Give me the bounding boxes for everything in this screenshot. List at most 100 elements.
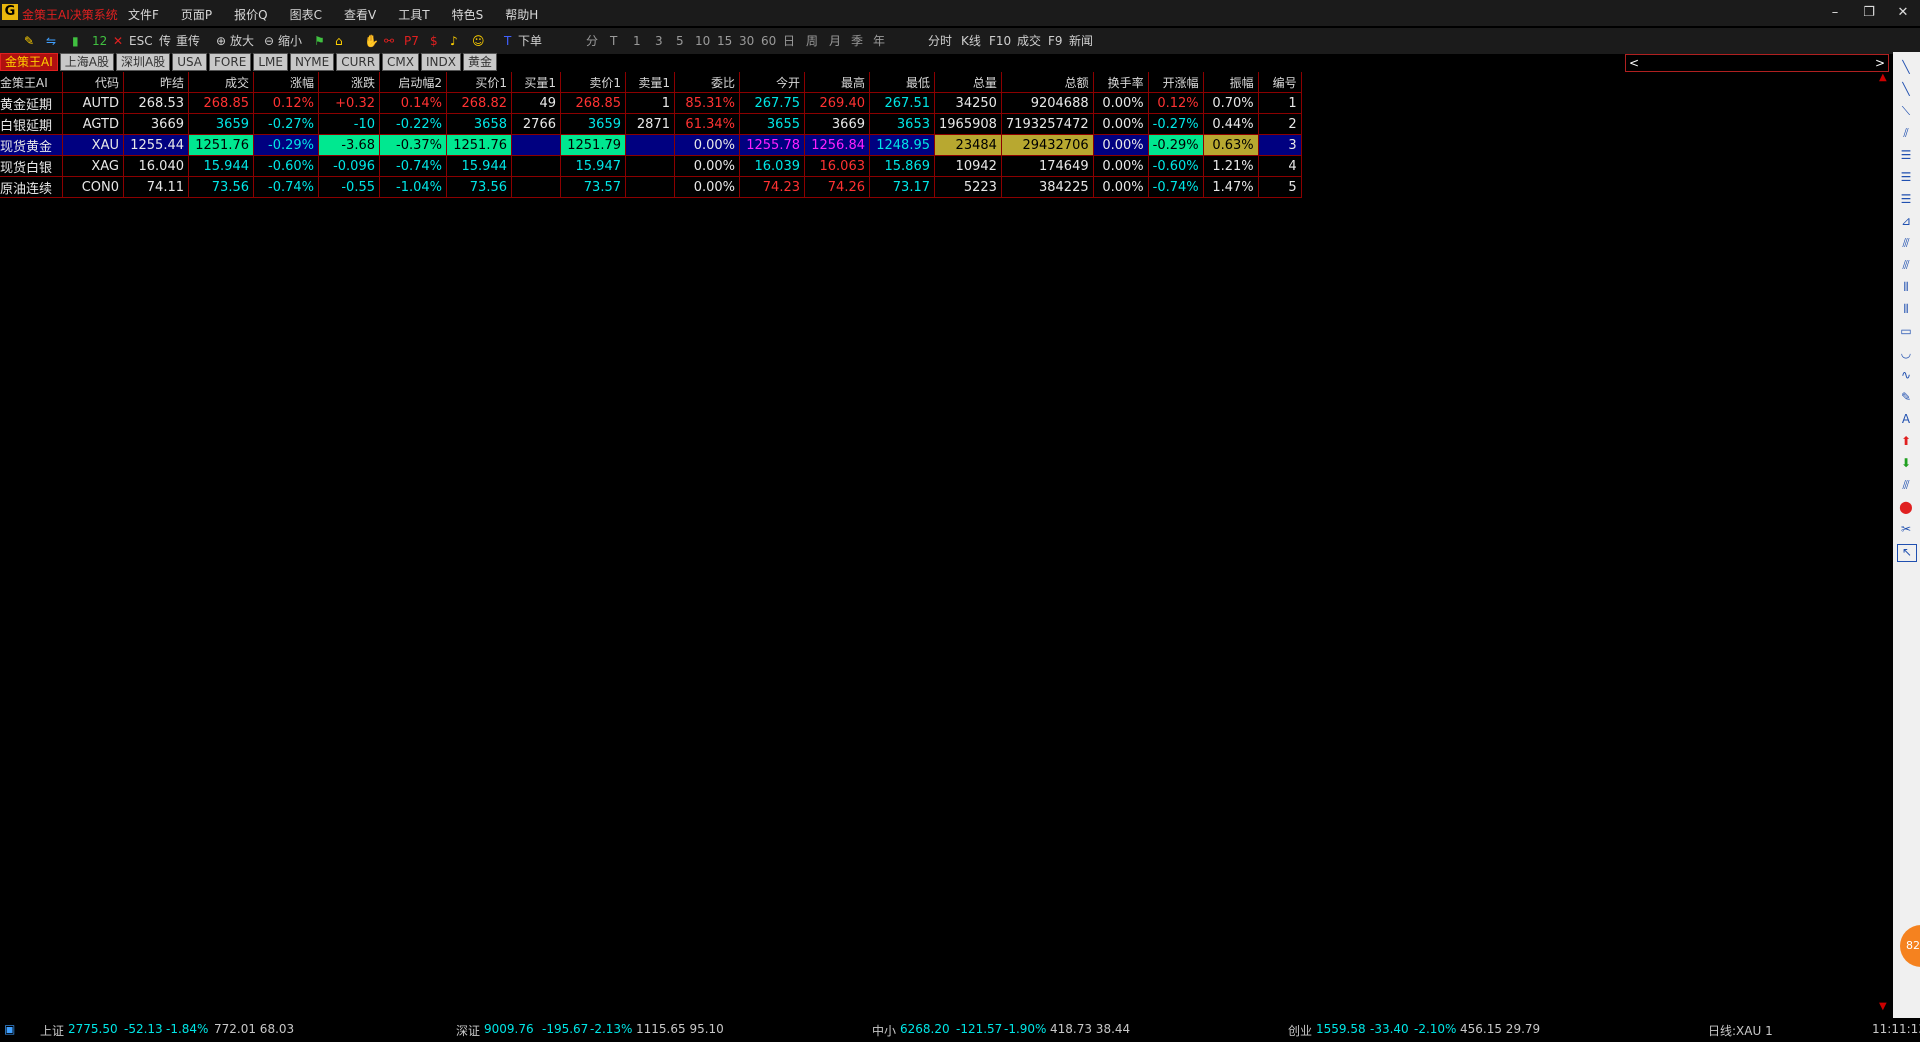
pen-tool-icon[interactable]: ✎ <box>1897 390 1915 406</box>
parallel-tool-icon[interactable]: ⫽ <box>1897 126 1915 142</box>
toolbar-1[interactable]: 1 <box>633 31 641 51</box>
zoom-in-icon[interactable]: ⊕ <box>216 31 226 51</box>
table-row-selected[interactable]: 现货黄金 XAU 1255.44 1251.76 -0.29% -3.68 -0… <box>0 134 1302 156</box>
menu-file[interactable]: 文件F <box>128 6 159 23</box>
tab-lme[interactable]: LME <box>253 53 288 71</box>
column-header[interactable]: 金策王AI <box>0 72 63 93</box>
toolbar-season[interactable]: 季 <box>851 31 863 51</box>
pitchfork-tool-icon[interactable]: ⊿ <box>1897 214 1915 230</box>
toolbar-retransmit[interactable]: 重传 <box>176 31 200 51</box>
toolbar-month[interactable]: 月 <box>829 31 841 51</box>
scroll-up-icon[interactable]: ▲ <box>1879 72 1887 83</box>
menu-tools[interactable]: 工具T <box>398 6 429 23</box>
cursor-tool-icon[interactable]: ↖ <box>1897 544 1917 562</box>
toolbar-p7[interactable]: P7 <box>404 31 419 51</box>
command-input[interactable]: < > <box>1625 54 1889 72</box>
table-row[interactable]: 原油连续 CON0 74.11 73.56 -0.74% -0.55 -1.04… <box>0 176 1302 198</box>
column-header[interactable]: 买价1 <box>446 72 512 93</box>
menu-chart[interactable]: 图表C <box>290 6 322 23</box>
toolbar-f10[interactable]: F10 <box>989 31 1011 51</box>
column-header[interactable]: 卖量1 <box>625 72 675 93</box>
line-tool-icon[interactable]: ╲ <box>1897 60 1915 76</box>
column-header[interactable]: 开涨幅 <box>1148 72 1204 93</box>
column-header[interactable]: 成交 <box>188 72 254 93</box>
column-header[interactable]: 今开 <box>739 72 805 93</box>
toolbar-5[interactable]: 5 <box>676 31 684 51</box>
toolbar-30[interactable]: 30 <box>739 31 754 51</box>
toolbar-zoom-out[interactable]: 缩小 <box>278 31 302 51</box>
bell-icon[interactable]: ♪ <box>450 31 458 51</box>
toolbar-15[interactable]: 15 <box>717 31 732 51</box>
segment-tool-icon[interactable]: ⟍ <box>1897 104 1915 120</box>
menu-page[interactable]: 页面P <box>181 6 212 23</box>
angle-tool-icon[interactable]: ⫻ <box>1897 258 1915 274</box>
column-header[interactable]: 代码 <box>62 72 124 93</box>
smiley-icon[interactable]: ☺ <box>472 31 485 51</box>
menu-help[interactable]: 帮助H <box>505 6 538 23</box>
wave-tool-icon[interactable]: ∿ <box>1897 368 1915 384</box>
toolbar-60[interactable]: 60 <box>761 31 776 51</box>
arc-tool-icon[interactable]: ◡ <box>1897 346 1915 362</box>
toolbar-trades[interactable]: 成交 <box>1017 31 1041 51</box>
binoculars-icon[interactable]: ⚯ <box>384 31 394 51</box>
gann-tool-icon[interactable]: ☰ <box>1897 192 1915 208</box>
tab-fore[interactable]: FORE <box>209 53 252 71</box>
eraser-tool-icon[interactable]: ✂ <box>1897 522 1915 538</box>
stop-tool-icon[interactable]: ⬤ <box>1897 500 1915 516</box>
restore-icon[interactable]: ❐ <box>1852 0 1886 26</box>
hand-icon[interactable]: ✋ <box>364 31 379 51</box>
tab-curr[interactable]: CURR <box>336 53 381 71</box>
toolbar-day[interactable]: 日 <box>783 31 795 51</box>
toolbar-t[interactable]: T <box>610 31 617 51</box>
chevron-left-icon[interactable]: < <box>1629 55 1639 71</box>
tab-shenzhen-a[interactable]: 深圳A股 <box>115 53 171 71</box>
column-header[interactable]: 振幅 <box>1203 72 1259 93</box>
column-header[interactable]: 编号 <box>1258 72 1302 93</box>
tab-shanghai-a[interactable]: 上海A股 <box>59 53 114 71</box>
draw-pen-icon[interactable]: ✎ <box>24 31 34 51</box>
menu-view[interactable]: 查看V <box>344 6 376 23</box>
column-header[interactable]: 买量1 <box>511 72 561 93</box>
toolbar-12[interactable]: 12 <box>92 31 107 51</box>
chevron-right-icon[interactable]: > <box>1875 55 1885 71</box>
column-header[interactable]: 换手率 <box>1093 72 1149 93</box>
table-row[interactable]: 白银延期 AGTD 3669 3659 -0.27% -10 -0.22% 36… <box>0 113 1302 135</box>
toolbar-esc[interactable]: ESC <box>129 31 153 51</box>
column-header[interactable]: 昨结 <box>123 72 189 93</box>
fibonacci-tool-icon[interactable]: ☰ <box>1897 170 1915 186</box>
cycle-tool-icon[interactable]: ⦀ <box>1897 280 1915 296</box>
toolbar-10[interactable]: 10 <box>695 31 710 51</box>
down-arrow-tool-icon[interactable]: ⬇ <box>1897 456 1915 472</box>
column-header[interactable]: 总量 <box>934 72 1002 93</box>
toolbar-transmit[interactable]: 传 <box>159 31 171 51</box>
column-header[interactable]: 涨跌 <box>318 72 380 93</box>
toolbar-week[interactable]: 周 <box>806 31 818 51</box>
column-header[interactable]: 总额 <box>1001 72 1094 93</box>
dollar-icon[interactable]: $ <box>430 31 438 51</box>
menu-quote[interactable]: 报价Q <box>234 6 267 23</box>
up-arrow-tool-icon[interactable]: ⬆ <box>1897 434 1915 450</box>
ray-tool-icon[interactable]: ╲ <box>1897 82 1915 98</box>
toolbar-3[interactable]: 3 <box>655 31 663 51</box>
text-tool-icon[interactable]: A <box>1897 412 1915 428</box>
zoom-out-icon[interactable]: ⊖ <box>264 31 274 51</box>
scroll-down-icon[interactable]: ▼ <box>1879 1001 1887 1012</box>
toolbar-timeshare[interactable]: 分时 <box>928 31 952 51</box>
fan-tool-icon[interactable]: ⫻ <box>1897 236 1915 252</box>
cancel-icon[interactable]: ✕ <box>113 31 123 51</box>
toolbar-order[interactable]: 下单 <box>518 31 542 51</box>
column-header[interactable]: 委比 <box>674 72 740 93</box>
column-header[interactable]: 最高 <box>804 72 870 93</box>
monitor-icon[interactable]: ▣ <box>4 1022 15 1036</box>
bar-chart-icon[interactable]: ▮ <box>72 31 79 51</box>
rectangle-tool-icon[interactable]: ▭ <box>1897 324 1915 340</box>
tab-nyme[interactable]: NYME <box>289 53 335 71</box>
tab-indx[interactable]: INDX <box>420 53 461 71</box>
column-header[interactable]: 涨幅 <box>253 72 319 93</box>
column-header[interactable]: 卖价1 <box>560 72 626 93</box>
vertical-scrollbar[interactable]: ▲ ▼ <box>1878 72 1892 1012</box>
menu-special[interactable]: 特色S <box>452 6 484 23</box>
toolbar-minute[interactable]: 分 <box>586 31 598 51</box>
tab-gold[interactable]: 黄金 <box>462 53 497 71</box>
toolbar-zoom-in[interactable]: 放大 <box>230 31 254 51</box>
